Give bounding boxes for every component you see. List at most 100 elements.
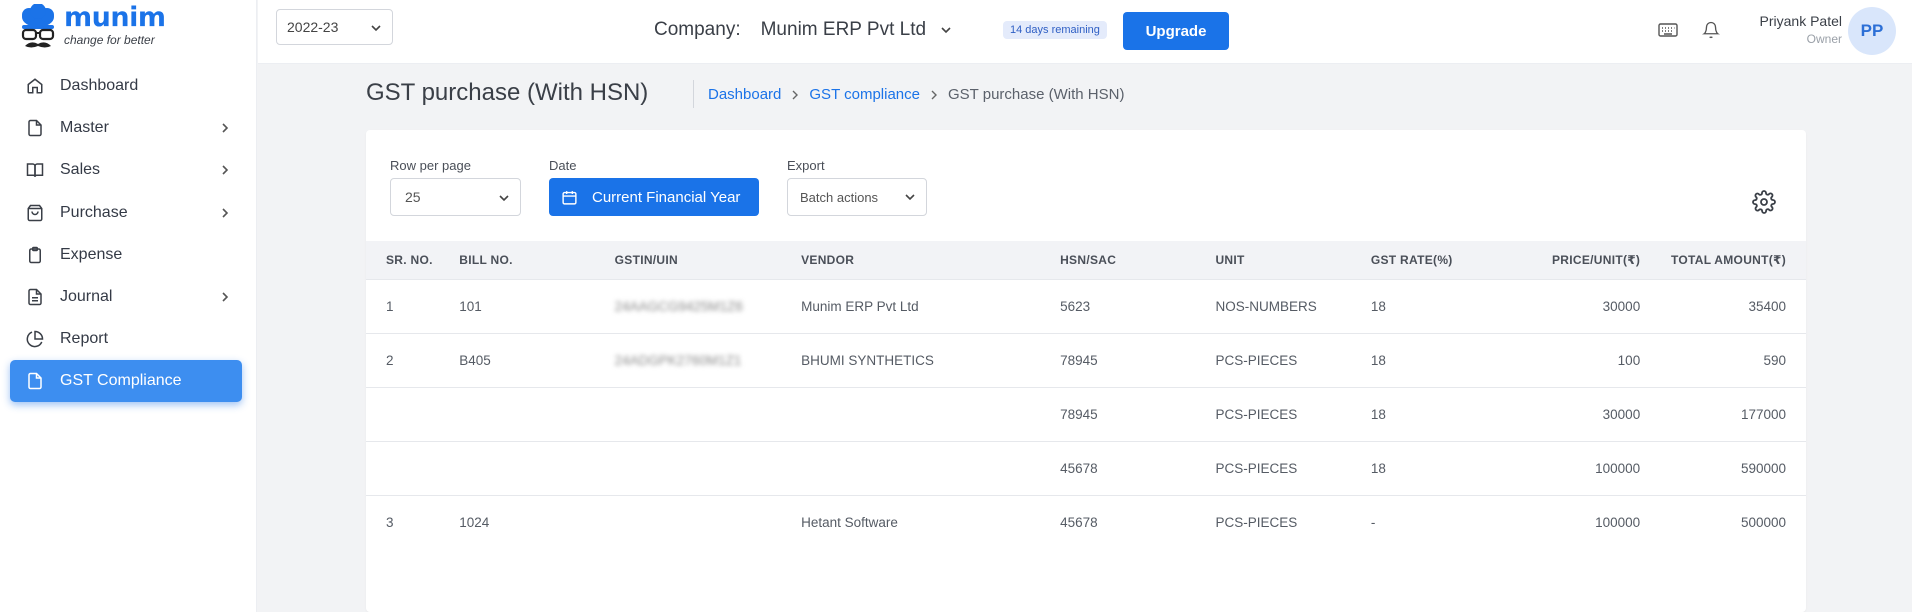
cell-gstin: 24ADGPK2760M1Z1 (614, 332, 802, 387)
cell-price: 100000 (1484, 440, 1641, 495)
cell-total: 590 (1640, 332, 1806, 387)
column-header[interactable]: GST RATE(%) (1371, 241, 1485, 279)
sidebar-item-dashboard[interactable]: Dashboard (10, 65, 242, 107)
sidebar-item-label: Master (60, 119, 109, 137)
cell-price: 30000 (1484, 386, 1641, 441)
gear-icon[interactable] (1752, 190, 1776, 219)
rows-per-page-select[interactable]: 25 (390, 178, 521, 216)
cell-hsn: 5623 (1060, 278, 1216, 333)
table-row[interactable]: 45678 PCS-PIECES 18 100000 590000 (366, 440, 1806, 495)
cell-gstin (614, 440, 802, 495)
cell-total: 500000 (1640, 494, 1806, 549)
table-row[interactable]: 78945 PCS-PIECES 18 30000 177000 (366, 386, 1806, 441)
breadcrumb: Dashboard GST compliance GST purchase (W… (708, 86, 1124, 103)
cell-unit: PCS-PIECES (1215, 494, 1371, 549)
gst-purchase-table: SR. NO. BILL NO. GSTIN/UIN VENDOR HSN/SA… (366, 241, 1806, 549)
sidebar-item-purchase[interactable]: Purchase (10, 192, 242, 234)
sidebar-nav: Dashboard Master Sales Purchase Expense … (10, 65, 242, 403)
sidebar-item-label: Dashboard (60, 77, 139, 94)
cell-total: 177000 (1640, 386, 1806, 441)
file-icon (26, 119, 44, 137)
pie-chart-icon (26, 330, 44, 348)
cell-sr-no: 1 (366, 278, 460, 333)
cell-gst-rate: 18 (1370, 332, 1485, 387)
sidebar-item-report[interactable]: Report (10, 318, 242, 360)
cell-price: 100000 (1484, 494, 1641, 549)
column-header[interactable]: HSN/SAC (1060, 241, 1215, 279)
bag-icon (26, 204, 44, 222)
column-header[interactable]: PRICE/UNIT(₹) (1485, 241, 1640, 279)
cell-price: 100 (1484, 332, 1641, 387)
export-label: Export (787, 158, 825, 173)
date-range-button[interactable]: Current Financial Year (549, 178, 759, 216)
report-card: Row per page 25 Date Current Financial Y… (366, 130, 1806, 612)
cell-bill-no: B405 (459, 332, 615, 387)
chevron-right-icon (930, 90, 938, 100)
logo-tagline: change for better (64, 33, 155, 47)
top-bar: 2022-23 Company: Munim ERP Pvt Ltd 14 da… (258, 0, 1912, 64)
sidebar-item-master[interactable]: Master (10, 107, 242, 149)
breadcrumb-gst-compliance[interactable]: GST compliance (809, 86, 920, 103)
column-header[interactable]: GSTIN/UIN (615, 241, 801, 279)
sidebar-item-expense[interactable]: Expense (10, 234, 242, 276)
cell-vendor (801, 386, 1061, 441)
cell-vendor: BHUMI SYNTHETICS (801, 332, 1061, 387)
cell-bill-no (459, 386, 615, 441)
table-row[interactable]: 2 B405 24ADGPK2760M1Z1 BHUMI SYNTHETICS … (366, 332, 1806, 387)
cell-unit: PCS-PIECES (1215, 440, 1371, 495)
page-title: GST purchase (With HSN) (366, 79, 649, 106)
cell-gstin (614, 386, 802, 441)
upgrade-button[interactable]: Upgrade (1123, 12, 1229, 50)
book-icon (26, 161, 44, 179)
calendar-icon (561, 189, 578, 206)
bell-icon[interactable] (1702, 20, 1720, 45)
breadcrumb-dashboard[interactable]: Dashboard (708, 86, 781, 103)
sidebar-item-sales[interactable]: Sales (10, 149, 242, 191)
table-row[interactable]: 1 101 24AAGCG9425M1Z6 Munim ERP Pvt Ltd … (366, 278, 1806, 333)
rows-per-page-label: Row per page (390, 158, 471, 173)
column-header[interactable]: SR. NO. (366, 241, 459, 279)
document-icon (26, 288, 44, 306)
cell-vendor (801, 440, 1061, 495)
cell-sr-no: 2 (366, 332, 460, 387)
sidebar-item-label: Report (60, 330, 109, 348)
table-row[interactable]: 3 1024 Hetant Software 45678 PCS-PIECES … (366, 494, 1806, 549)
sidebar-item-gst-compliance[interactable]: GST Compliance (10, 360, 242, 403)
cell-hsn: 45678 (1060, 494, 1216, 549)
sidebar-item-label: Sales (60, 161, 101, 179)
rows-per-page-value: 25 (405, 189, 421, 205)
keyboard-icon[interactable] (1658, 22, 1678, 43)
column-header[interactable]: BILL NO. (459, 241, 614, 279)
cell-bill-no: 1024 (459, 494, 615, 549)
financial-year-value: 2022-23 (287, 19, 339, 35)
company-selector[interactable]: Company: Munim ERP Pvt Ltd (654, 18, 952, 42)
sidebar-item-label: Expense (60, 245, 123, 263)
chevron-down-icon (370, 21, 382, 37)
cell-gst-rate: 18 (1370, 386, 1485, 441)
title-divider (693, 80, 694, 108)
sidebar-item-label: GST Compliance (60, 372, 182, 390)
cell-sr-no (366, 386, 460, 441)
cell-unit: PCS-PIECES (1215, 386, 1371, 441)
cell-total: 590000 (1640, 440, 1806, 495)
company-label: Company: (654, 19, 741, 40)
cell-gst-rate: 18 (1370, 278, 1485, 333)
sidebar-item-journal[interactable]: Journal (10, 276, 242, 318)
column-header[interactable]: TOTAL AMOUNT(₹) (1640, 241, 1806, 279)
mascot-icon (18, 3, 58, 52)
batch-actions-select[interactable]: Batch actions (787, 178, 927, 216)
cell-hsn: 78945 (1060, 386, 1216, 441)
user-role: Owner (1806, 32, 1842, 46)
chevron-right-icon (216, 207, 234, 218)
chevron-down-icon (904, 191, 916, 206)
avatar[interactable]: PP (1848, 7, 1896, 55)
user-info[interactable]: Priyank Patel Owner (1760, 13, 1842, 46)
column-header[interactable]: UNIT (1215, 241, 1370, 279)
chevron-down-icon (940, 20, 952, 42)
financial-year-select[interactable]: 2022-23 (276, 9, 393, 45)
trial-days-badge: 14 days remaining (1003, 21, 1107, 39)
column-header[interactable]: VENDOR (801, 241, 1060, 279)
cell-gstin (614, 494, 802, 549)
munim-logo[interactable]: munim change for better (18, 3, 166, 54)
file-icon (26, 372, 44, 390)
